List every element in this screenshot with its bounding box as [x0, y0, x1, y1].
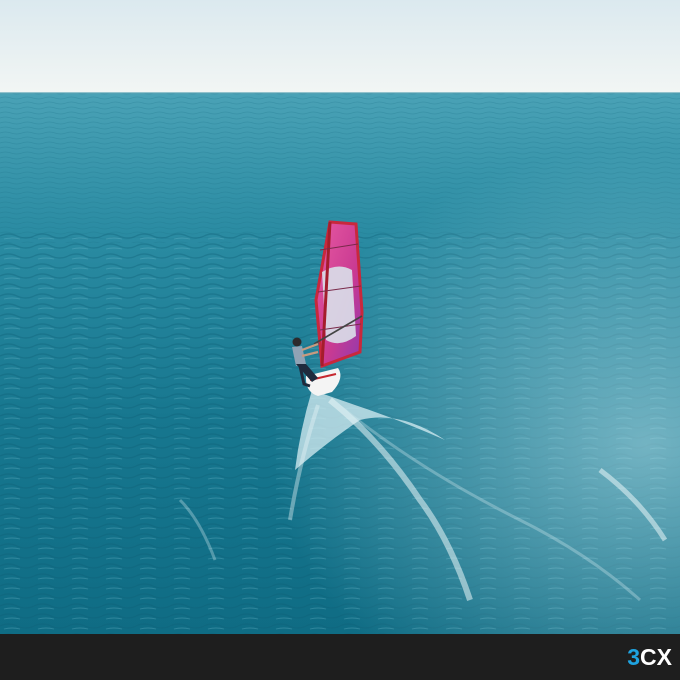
- logo-letters: CX: [640, 644, 672, 670]
- footer-bar: 3 CX: [0, 634, 680, 680]
- brand-logo: 3 CX: [627, 642, 672, 672]
- windsurfing-photo: [0, 0, 680, 634]
- logo-digit: 3: [627, 644, 641, 670]
- photo-canvas: [0, 0, 680, 634]
- image-frame: 3 CX: [0, 0, 680, 680]
- sky: [0, 0, 680, 93]
